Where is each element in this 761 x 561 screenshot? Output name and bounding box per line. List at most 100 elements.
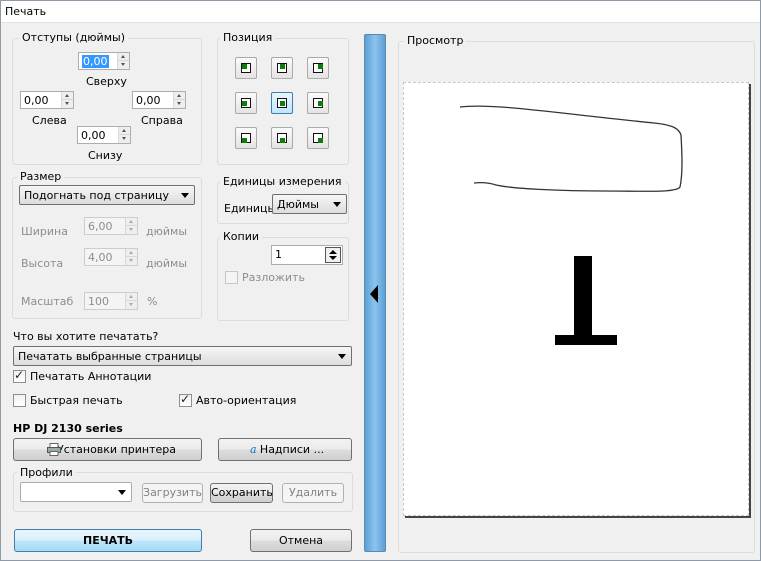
scale-unit: % xyxy=(147,295,158,308)
height-unit: дюймы xyxy=(146,257,187,270)
save-profile-label: Сохранить xyxy=(211,486,273,499)
printer-settings-button[interactable]: Установки принтера xyxy=(13,438,202,461)
margin-bottom-label: Снизу xyxy=(88,149,123,162)
spin-down-icon[interactable] xyxy=(126,301,137,309)
width-unit: дюймы xyxy=(146,225,187,238)
position-top-center-button[interactable] xyxy=(271,57,293,79)
position-center-button[interactable] xyxy=(271,92,293,114)
width-value: 6,00 xyxy=(88,220,113,233)
cancel-button[interactable]: Отмена xyxy=(250,529,352,552)
size-mode-value: Подогнать под страницу xyxy=(24,189,169,202)
height-input[interactable]: 4,00 xyxy=(84,248,138,266)
height-label: Высота xyxy=(21,257,64,270)
panel-splitter[interactable] xyxy=(364,34,386,552)
copies-group-title: Копии xyxy=(220,230,263,243)
spin-up-icon[interactable] xyxy=(126,218,137,226)
window-title: Печать xyxy=(5,5,47,18)
size-mode-select[interactable]: Подогнать под страницу xyxy=(19,185,195,205)
size-group-title: Размер xyxy=(17,170,65,183)
collate-checkbox[interactable] xyxy=(225,271,238,284)
margin-left-value: 0,00 xyxy=(24,94,49,107)
print-button[interactable]: ПЕЧАТЬ xyxy=(14,529,202,552)
print-dialog: Печать Отступы (дюймы) 0,00 Сверху 0,00 … xyxy=(0,0,761,561)
spin-up-icon[interactable] xyxy=(119,127,130,135)
spin-up-icon[interactable] xyxy=(126,249,137,257)
quick-print-checkbox[interactable] xyxy=(13,394,26,407)
margin-right-label: Справа xyxy=(141,114,183,127)
collapse-left-icon[interactable] xyxy=(370,285,378,303)
spin-down-icon[interactable] xyxy=(118,61,129,69)
spin-up-icon[interactable] xyxy=(62,92,73,100)
delete-profile-button[interactable]: Удалить xyxy=(282,483,344,503)
chevron-down-icon xyxy=(338,354,346,359)
auto-orientation-label: Авто-ориентация xyxy=(196,394,297,407)
checkmark-icon: ✓ xyxy=(180,392,191,406)
spin-down-icon[interactable] xyxy=(174,100,185,108)
save-profile-button[interactable]: Сохранить xyxy=(210,483,273,503)
glyph-bar xyxy=(555,335,617,345)
position-bottom-right-button[interactable] xyxy=(307,127,329,149)
auto-orientation-checkbox[interactable]: ✓ xyxy=(179,392,192,407)
units-group-title: Единицы измерения xyxy=(220,175,345,188)
position-top-left-button[interactable] xyxy=(235,57,257,79)
what-to-print-select[interactable]: Печатать выбранные страницы xyxy=(13,346,352,366)
margin-left-label: Слева xyxy=(32,114,67,127)
scale-label: Масштаб xyxy=(21,295,74,308)
margin-top-value: 0,00 xyxy=(82,55,109,68)
load-profile-label: Загрузить xyxy=(143,486,202,499)
margin-right-input[interactable]: 0,00 xyxy=(132,91,186,109)
margin-right-value: 0,00 xyxy=(136,94,161,107)
copies-input[interactable]: 1 xyxy=(271,245,343,265)
chevron-down-icon xyxy=(118,490,126,495)
margins-group-title: Отступы (дюймы) xyxy=(19,31,128,44)
position-middle-right-button[interactable] xyxy=(307,92,329,114)
units-value: Дюймы xyxy=(277,198,319,211)
preview-drawing xyxy=(459,105,683,345)
captions-button[interactable]: a Надписи ... xyxy=(218,438,352,461)
glyph-stem xyxy=(574,256,592,343)
printer-settings-label: Установки принтера xyxy=(56,443,176,456)
scale-input[interactable]: 100 xyxy=(84,292,138,310)
spin-down-icon[interactable] xyxy=(126,257,137,265)
profiles-group-title: Профили xyxy=(17,466,76,479)
what-to-print-value: Печатать выбранные страницы xyxy=(18,350,202,363)
scale-value: 100 xyxy=(88,295,109,308)
collate-label: Разложить xyxy=(242,271,305,284)
spin-up-icon[interactable] xyxy=(126,293,137,301)
position-bottom-left-button[interactable] xyxy=(235,127,257,149)
position-group-title: Позиция xyxy=(220,31,276,44)
spin-up-icon[interactable] xyxy=(174,92,185,100)
width-label: Ширина xyxy=(21,225,68,238)
chevron-down-icon xyxy=(333,202,341,207)
position-top-right-button[interactable] xyxy=(307,57,329,79)
spin-down-icon[interactable] xyxy=(119,135,130,143)
spin-up-icon[interactable] xyxy=(118,53,129,61)
spin-updown-icon[interactable] xyxy=(325,247,341,263)
margin-left-input[interactable]: 0,00 xyxy=(20,91,74,109)
profiles-select[interactable] xyxy=(20,482,132,502)
handwritten-stroke xyxy=(459,105,683,192)
chevron-down-icon xyxy=(181,193,189,198)
print-button-label: ПЕЧАТЬ xyxy=(82,534,133,547)
margin-top-input[interactable]: 0,00 xyxy=(78,52,130,70)
printer-name: HP DJ 2130 series xyxy=(13,422,123,435)
print-annotations-checkbox[interactable]: ✓ xyxy=(13,368,26,383)
preview-group-title: Просмотр xyxy=(404,34,467,47)
position-middle-left-button[interactable] xyxy=(235,92,257,114)
what-to-print-label: Что вы хотите печатать? xyxy=(13,330,159,343)
units-select[interactable]: Дюймы xyxy=(272,194,347,214)
position-bottom-center-button[interactable] xyxy=(271,127,293,149)
preview-page xyxy=(403,82,749,516)
print-annotations-label: Печатать Аннотации xyxy=(30,370,152,383)
spin-down-icon[interactable] xyxy=(62,100,73,108)
captions-icon: a xyxy=(250,443,257,456)
title-bar: Печать xyxy=(1,1,760,23)
checkmark-icon: ✓ xyxy=(14,368,25,382)
height-value: 4,00 xyxy=(88,251,113,264)
spin-down-icon[interactable] xyxy=(126,226,137,234)
units-label: Единицы xyxy=(224,202,277,215)
margin-bottom-input[interactable]: 0,00 xyxy=(77,126,131,144)
load-profile-button[interactable]: Загрузить xyxy=(142,483,203,503)
width-input[interactable]: 6,00 xyxy=(84,217,138,235)
cancel-button-label: Отмена xyxy=(278,534,324,547)
